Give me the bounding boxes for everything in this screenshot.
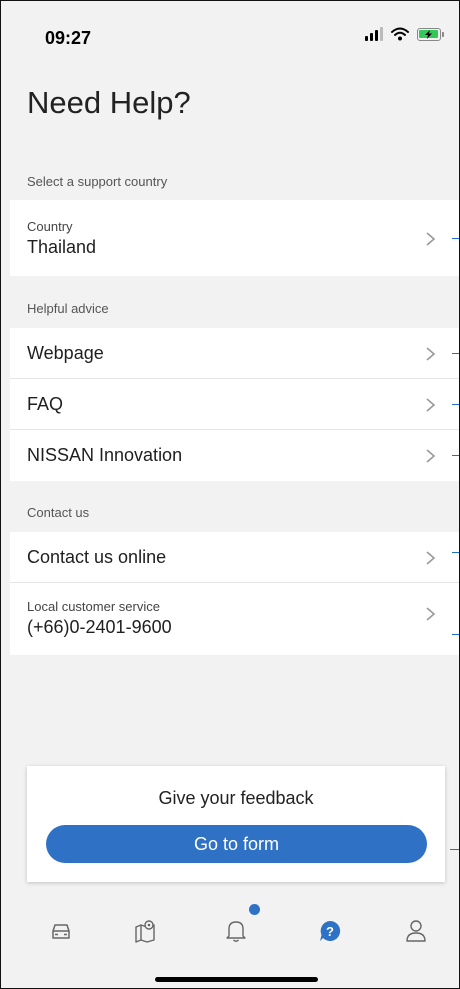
edge-marker [450,849,459,850]
country-group: Country Thailand [10,200,459,276]
car-icon [52,924,70,939]
edge-marker [452,634,459,635]
page-title: Need Help? [27,85,191,120]
customer-service-sub-label: Local customer service [27,599,160,614]
country-value: Thailand [27,237,97,257]
feedback-card: Give your feedback Go to form [27,766,445,882]
edge-marker [452,404,459,405]
edge-marker [452,552,459,553]
contact-online-row[interactable]: Contact us online [10,532,459,583]
section-label-contact: Contact us [27,505,90,520]
feedback-title: Give your feedback [158,788,314,808]
tab-notifications[interactable] [218,904,260,949]
signal-icon [365,27,383,41]
go-to-form-button[interactable]: Go to form [46,825,427,863]
chevron-right-icon [426,551,436,565]
contact-group: Contact us online Local customer service… [10,532,459,655]
chevron-right-icon [426,449,436,463]
status-bar: 09:27 [1,1,459,61]
tab-car[interactable] [43,913,79,949]
map-pin-icon [135,920,155,943]
country-sub-label: Country [27,219,73,234]
chevron-right-icon [426,232,436,246]
battery-icon [417,27,444,41]
contact-online-label: Contact us online [27,547,167,567]
tab-map[interactable] [127,913,163,949]
chevron-right-icon [426,398,436,412]
notification-badge [249,904,260,915]
status-icons [365,27,444,41]
bottom-tab-bar: ? [1,895,459,988]
wifi-icon [391,27,409,41]
webpage-row[interactable]: Webpage [10,328,459,379]
section-label-country: Select a support country [27,174,168,189]
customer-service-phone: (+66)0-2401-9600 [27,617,172,637]
innovation-label: NISSAN Innovation [27,445,183,465]
home-indicator[interactable] [155,977,318,982]
app-screen: 09:27 Need Help? Select a support countr… [0,0,460,989]
webpage-label: Webpage [27,343,104,363]
faq-label: FAQ [27,394,64,414]
profile-icon [406,920,426,942]
innovation-row[interactable]: NISSAN Innovation [10,430,459,481]
faq-row[interactable]: FAQ [10,379,459,430]
edge-marker [452,238,459,239]
tab-help[interactable]: ? [312,913,348,949]
svg-text:?: ? [326,924,334,939]
bell-icon [226,921,246,942]
customer-service-row[interactable]: Local customer service (+66)0-2401-9600 [10,583,459,655]
help-icon: ? [320,920,341,941]
chevron-right-icon [426,607,436,621]
advice-group: Webpage FAQ NISSAN Innovation [10,328,459,481]
status-time: 09:27 [45,28,92,48]
edge-marker [452,353,459,354]
chevron-right-icon [426,347,436,361]
section-label-advice: Helpful advice [27,301,109,316]
edge-marker [452,455,459,456]
country-row[interactable]: Country Thailand [10,200,459,276]
tab-profile[interactable] [398,913,434,949]
